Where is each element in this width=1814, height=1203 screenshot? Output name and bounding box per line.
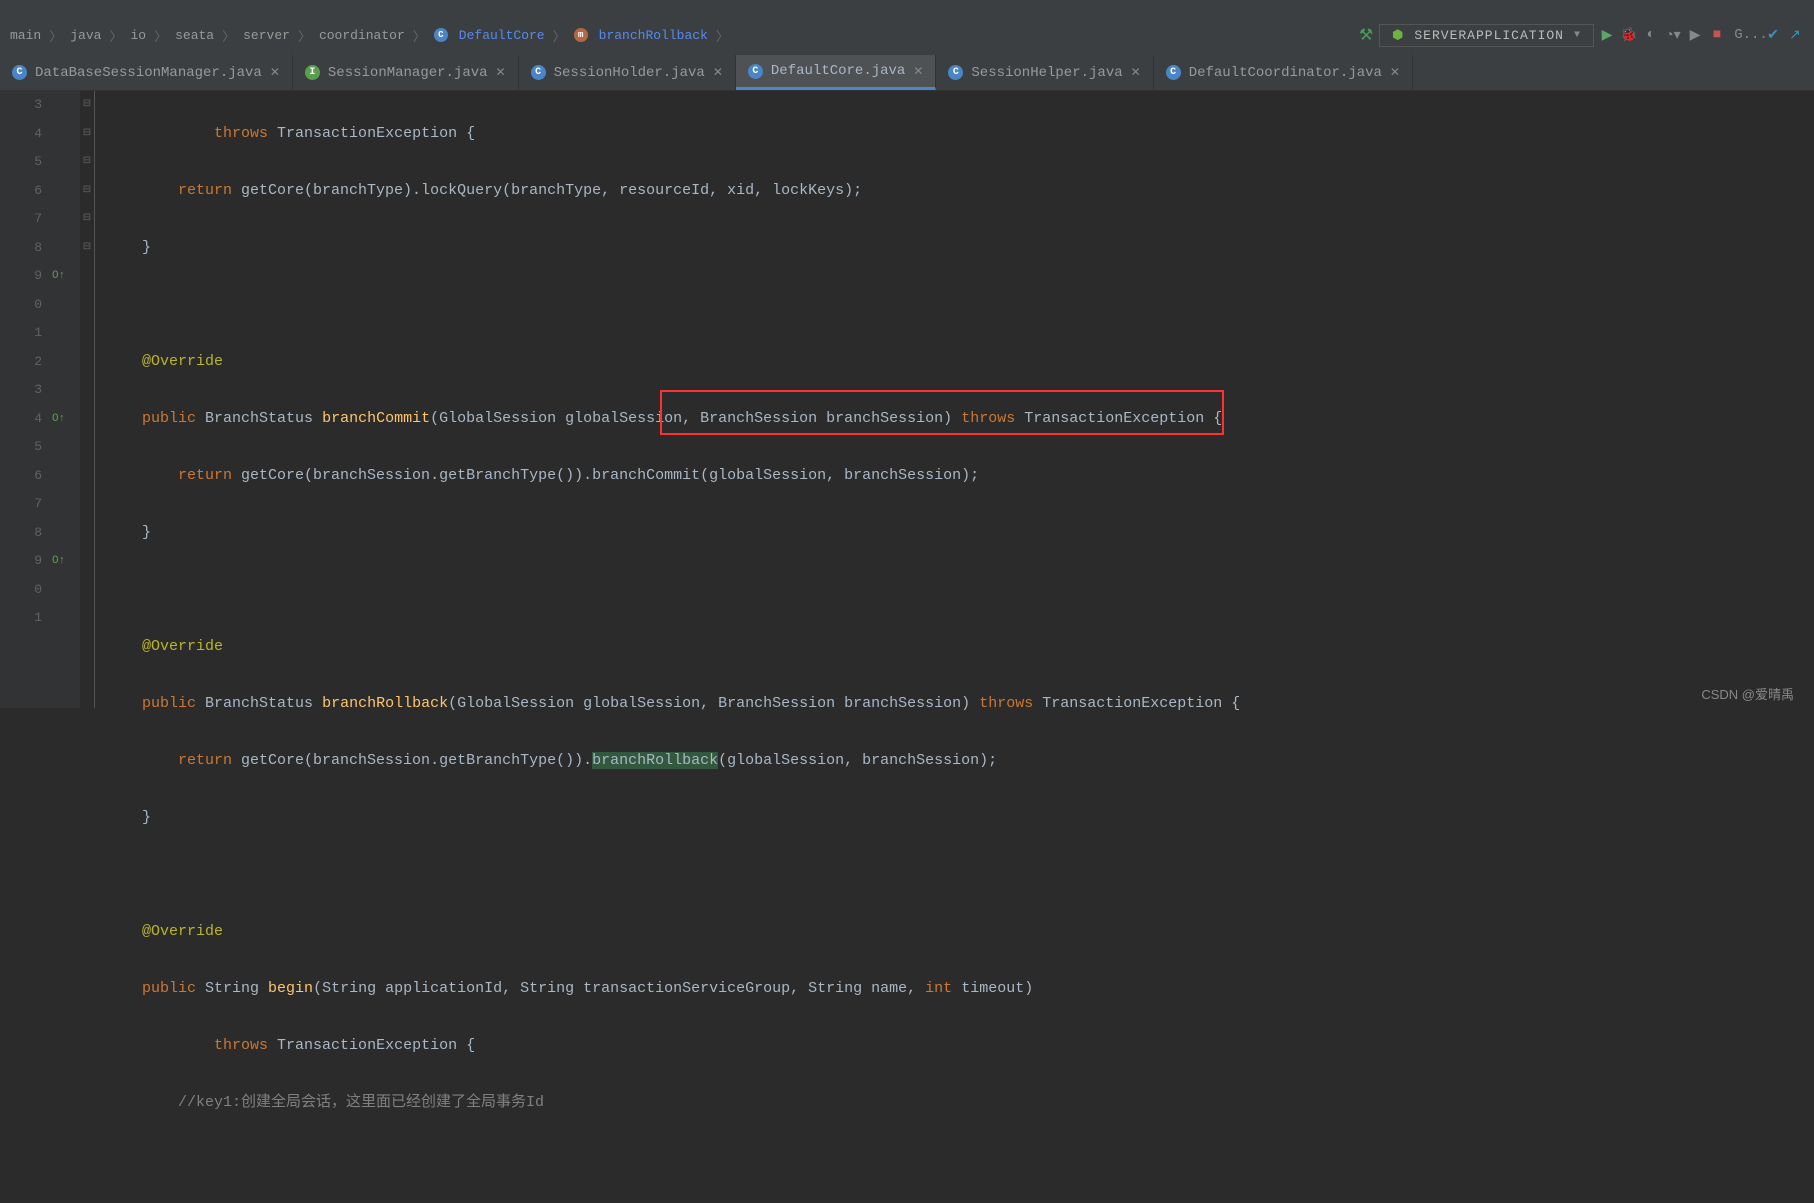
tab-label: SessionHelper.java [971,65,1122,81]
class-icon: C [12,65,27,80]
fold-gutter[interactable]: ⊟ ⊟⊟ ⊟⊟ ⊟ [80,91,95,708]
git-icon[interactable]: G... [1742,26,1760,44]
run-anything-icon[interactable]: ▶ [1686,26,1704,44]
crumb-main[interactable]: main [10,28,41,43]
class-icon: C [434,28,448,42]
tab-defaultcore[interactable]: C DefaultCore.java ✕ [736,55,936,90]
class-icon: C [1166,65,1181,80]
tab-label: DataBaseSessionManager.java [35,65,262,81]
watermark: CSDN @爱晴禹 [1701,684,1794,703]
tab-label: SessionHolder.java [554,65,705,81]
crumb-method[interactable]: branchRollback [599,28,708,43]
profile-icon[interactable]: ◔▾ [1664,26,1682,44]
class-icon: C [531,65,546,80]
chevron-down-icon: ▼ [1574,30,1581,41]
code-area[interactable]: throws TransactionException { return get… [95,91,1814,708]
stop-icon[interactable]: ■ [1708,26,1726,44]
close-icon[interactable]: ✕ [270,65,280,80]
tab-defaultcoordinator[interactable]: C DefaultCoordinator.java ✕ [1154,55,1413,90]
coverage-icon[interactable]: ◐ [1642,26,1660,44]
tab-label: DefaultCore.java [771,63,905,79]
interface-icon: I [305,65,320,80]
tab-sessionmanager[interactable]: I SessionManager.java ✕ [293,55,519,90]
tab-sessionhelper[interactable]: C SessionHelper.java ✕ [936,55,1153,90]
crumb-java[interactable]: java [70,28,101,43]
tab-databasesessionmanager[interactable]: C DataBaseSessionManager.java ✕ [0,55,293,90]
tab-label: SessionManager.java [328,65,488,81]
class-icon: C [948,65,963,80]
override-marker-icon[interactable]: O↑ [52,262,65,291]
line-numbers: 345 678 901 234 567 890 1 [0,91,50,708]
debug-icon[interactable]: 🐞 [1620,26,1638,44]
class-icon: C [748,64,763,79]
navigation-bar: main〉 java〉 io〉 seata〉 server〉 coordinat… [0,15,1814,55]
gutter-marks: O↑ O↑ O↑ [50,91,80,708]
run-configuration[interactable]: ⬢ SERVERAPPLICATION ▼ [1379,24,1594,47]
update-icon[interactable]: ✔ [1764,26,1782,44]
crumb-coordinator[interactable]: coordinator [319,28,405,43]
crumb-class[interactable]: DefaultCore [459,28,545,43]
close-icon[interactable]: ✕ [913,64,923,79]
crumb-io[interactable]: io [130,28,146,43]
close-icon[interactable]: ✕ [1131,65,1141,80]
spring-icon: ⬢ [1392,28,1404,43]
run-config-label: SERVERAPPLICATION [1414,28,1564,43]
editor-tabs: C DataBaseSessionManager.java ✕ I Sessio… [0,55,1814,91]
close-icon[interactable]: ✕ [496,65,506,80]
override-marker-icon[interactable]: O↑ [52,405,65,434]
method-icon: m [574,28,588,42]
breadcrumb[interactable]: main〉 java〉 io〉 seata〉 server〉 coordinat… [10,26,1353,45]
build-icon[interactable]: ⚒ [1357,26,1375,44]
override-marker-icon[interactable]: O↑ [52,547,65,576]
tab-label: DefaultCoordinator.java [1189,65,1382,81]
rollback-icon[interactable]: ↗ [1786,26,1804,44]
run-icon[interactable]: ▶ [1598,26,1616,44]
crumb-server[interactable]: server [243,28,290,43]
tab-sessionholder[interactable]: C SessionHolder.java ✕ [519,55,736,90]
code-editor[interactable]: 345 678 901 234 567 890 1 O↑ O↑ O↑ ⊟ ⊟⊟ … [0,91,1814,708]
close-icon[interactable]: ✕ [713,65,723,80]
crumb-seata[interactable]: seata [175,28,214,43]
close-icon[interactable]: ✕ [1390,65,1400,80]
